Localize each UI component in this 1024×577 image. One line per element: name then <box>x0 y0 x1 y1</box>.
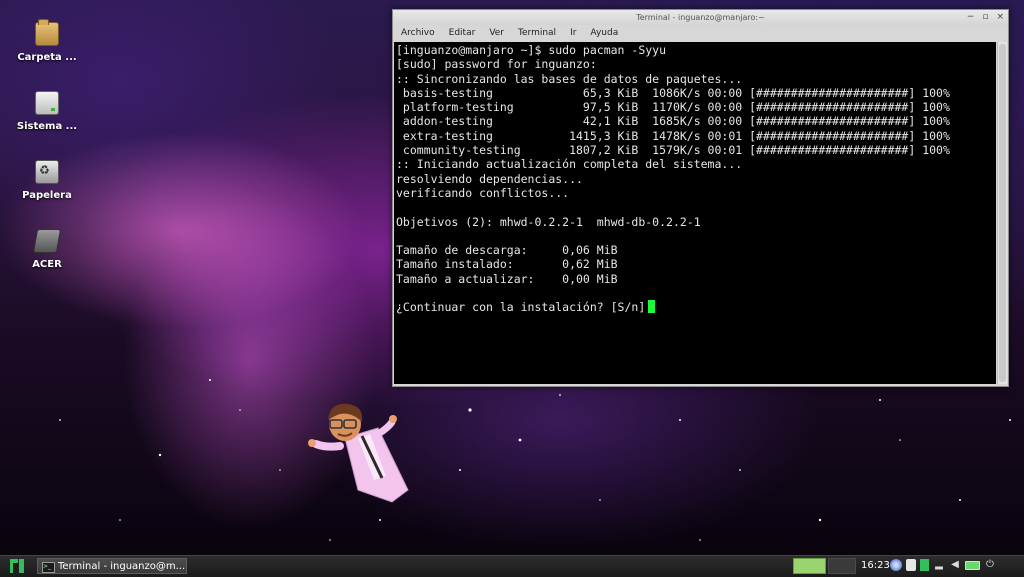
terminal-line: :: Sincronizando las bases de datos de p… <box>396 71 743 86</box>
terminal-line: [inguanzo@manjaro ~]$ sudo pacman -Syyu <box>396 43 667 57</box>
terminal-line <box>396 229 996 243</box>
desktop-icon-sistema[interactable]: Sistema ... <box>10 91 84 132</box>
workspace-2[interactable] <box>828 558 856 574</box>
window-titlebar[interactable]: Terminal - inguanzo@manjaro:~ − ▫ × <box>393 10 1008 25</box>
volume-icon[interactable]: ◀ <box>949 559 961 571</box>
drive-icon <box>32 229 62 253</box>
system-tray: ▂ ◀ ⏻ <box>890 559 996 571</box>
maximize-button[interactable]: ▫ <box>982 10 988 25</box>
manjaro-menu-icon[interactable] <box>10 559 24 573</box>
menu-terminal[interactable]: Terminal <box>518 25 556 42</box>
menu-ayuda[interactable]: Ayuda <box>590 25 618 42</box>
terminal-line: Objetivos (2): mhwd-0.2.2-1 mhwd-db-0.2.… <box>396 214 701 229</box>
minimize-button[interactable]: − <box>967 10 975 25</box>
manjaro-update-icon[interactable] <box>920 559 929 571</box>
desktop-icon-label: Sistema ... <box>16 121 78 132</box>
taskbar-terminal-button[interactable]: >_ Terminal - inguanzo@m... <box>37 558 187 574</box>
desktop-icon-label: Carpeta ... <box>17 52 77 63</box>
menu-bar: Archivo Editar Ver Terminal Ir Ayuda <box>393 25 1008 42</box>
terminal-scrollbar[interactable] <box>997 42 1007 384</box>
power-icon[interactable]: ⏻ <box>984 559 996 571</box>
terminal-prompt-line: ¿Continuar con la instalación? [S/n] <box>396 300 996 314</box>
close-button[interactable]: × <box>996 10 1004 25</box>
terminal-line: [sudo] password for inguanzo: <box>396 57 597 72</box>
menu-editar[interactable]: Editar <box>449 25 476 42</box>
desktop-icon-papelera[interactable]: Papelera <box>10 160 84 201</box>
terminal-output[interactable]: [inguanzo@manjaro ~]$ sudo pacman -Syyu … <box>394 42 996 384</box>
cartoon-character <box>308 403 409 503</box>
hard-drive-icon <box>35 91 59 115</box>
desktop-icon-label: Papelera <box>22 190 72 201</box>
terminal-line: extra-testing 1415,3 KiB 1478K/s 00:01 [… <box>396 128 950 143</box>
terminal-line: verificando conflictos... <box>396 185 570 200</box>
terminal-line: basis-testing 65,3 KiB 1086K/s 00:00 [##… <box>396 85 950 100</box>
terminal-line: addon-testing 42,1 KiB 1685K/s 00:00 [##… <box>396 114 950 129</box>
terminal-cursor <box>648 300 656 314</box>
menu-ir[interactable]: Ir <box>570 25 576 42</box>
desktop-icon-carpeta[interactable]: Carpeta ... <box>10 19 84 63</box>
clock[interactable]: 16:23 <box>861 558 890 574</box>
terminal-line: Tamaño instalado: 0,62 MiB <box>396 257 618 272</box>
menu-ver[interactable]: Ver <box>489 25 504 42</box>
desktop-icon-label: ACER <box>32 259 62 270</box>
folder-icon <box>35 19 59 46</box>
signal-icon[interactable]: ▂ <box>933 559 945 571</box>
taskbar-terminal-label: Terminal - inguanzo@m... <box>58 561 186 572</box>
terminal-icon: >_ <box>42 562 55 573</box>
scrollbar-thumb[interactable] <box>999 44 1006 382</box>
trash-icon <box>35 160 59 184</box>
terminal-line: Tamaño a actualizar: 0,00 MiB <box>396 271 618 286</box>
terminal-line: community-testing 1807,2 KiB 1579K/s 00:… <box>396 143 950 158</box>
window-title: Terminal - inguanzo@manjaro:~ <box>636 13 765 22</box>
menu-archivo[interactable]: Archivo <box>401 25 435 42</box>
clipboard-icon[interactable] <box>906 559 916 571</box>
terminal-window[interactable]: Terminal - inguanzo@manjaro:~ − ▫ × Arch… <box>392 9 1009 387</box>
terminal-prompt: ¿Continuar con la instalación? [S/n] <box>396 300 646 315</box>
terminal-line: Tamaño de descarga: 0,06 MiB <box>396 243 618 258</box>
terminal-line: resolviendo dependencias... <box>396 171 583 186</box>
terminal-line: platform-testing 97,5 KiB 1170K/s 00:00 … <box>396 100 950 115</box>
terminal-line <box>396 286 996 300</box>
taskbar: >_ Terminal - inguanzo@m... 16:23 ▂ ◀ ⏻ <box>0 555 1024 577</box>
battery-icon[interactable] <box>965 560 980 570</box>
disc-icon[interactable] <box>890 559 902 571</box>
terminal-line: :: Iniciando actualización completa del … <box>396 157 743 172</box>
workspace-1[interactable] <box>793 558 826 574</box>
desktop-icon-acer[interactable]: ACER <box>10 229 84 270</box>
terminal-line <box>396 200 996 214</box>
